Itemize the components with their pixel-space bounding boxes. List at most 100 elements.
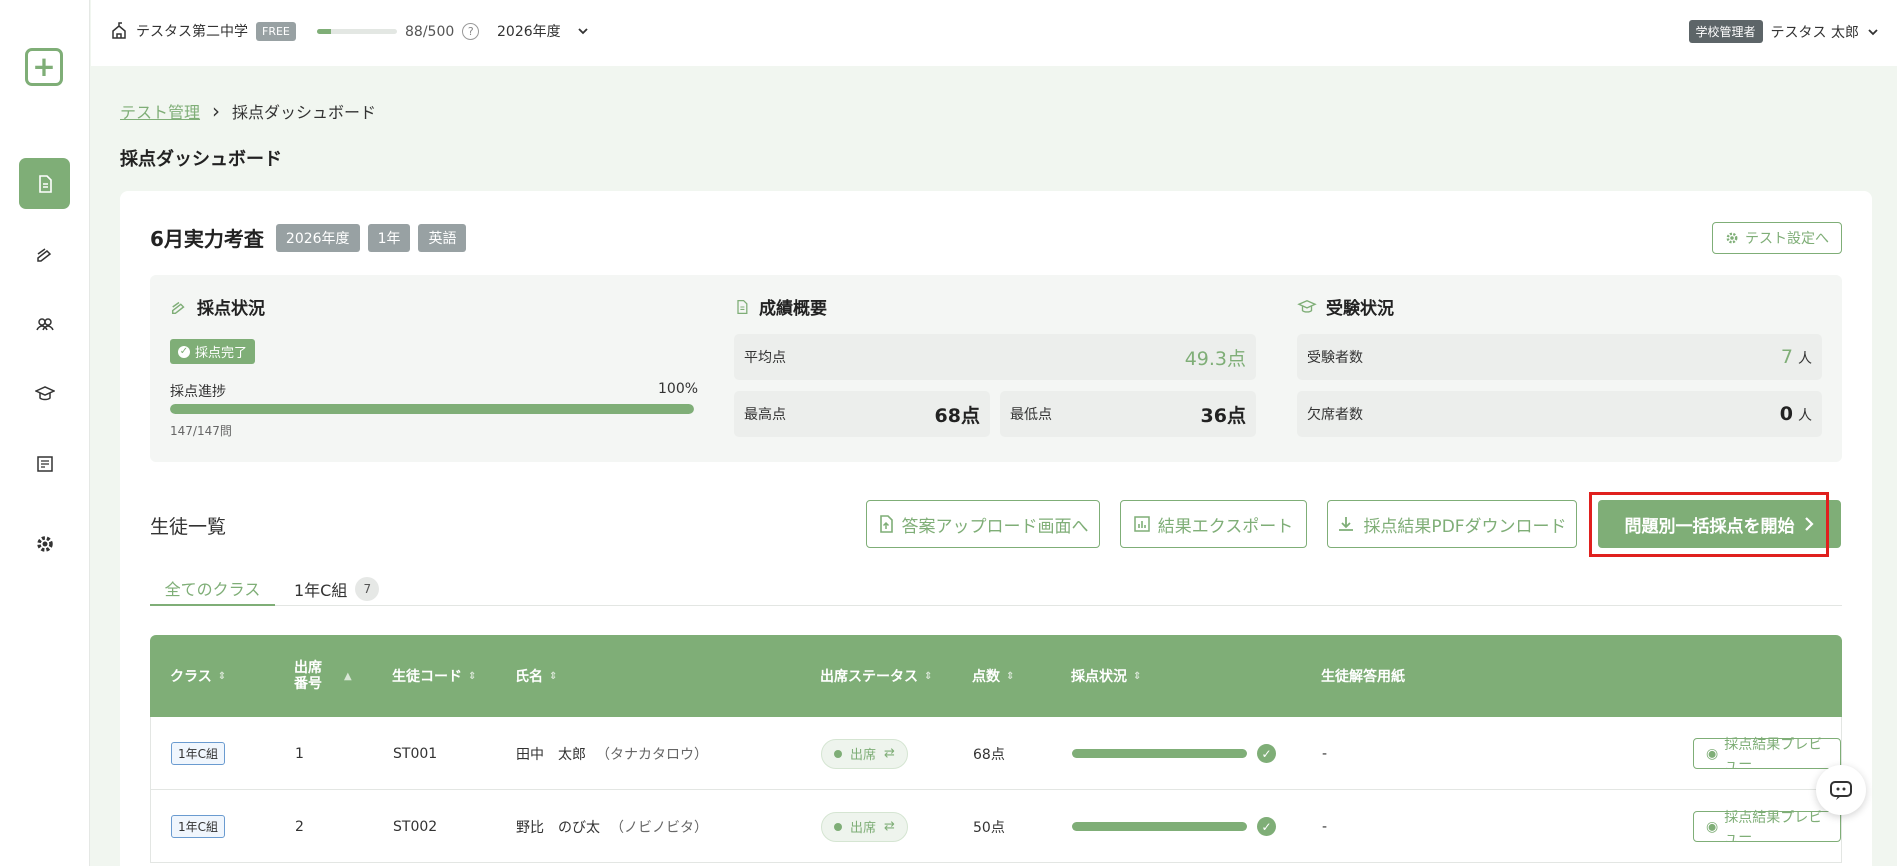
sidebar: + <box>0 0 90 866</box>
attendance-label: 出席 <box>850 821 877 836</box>
students-table-header: クラス ⇕ 出席 番号 ▲ 生徒コード ⇕ 氏名 ⇕ 出席ステータス ⇕ 点数 ⇕ 採点状況… <box>150 635 1842 717</box>
tab-class-1c[interactable]: 1年C組 7 <box>294 571 380 606</box>
quota-fill <box>317 29 332 34</box>
check-circle-icon: ✓ <box>1257 817 1276 836</box>
column-sheet: 生徒解答用紙 <box>1321 635 1405 717</box>
table-row: 1年C組 1 ST001 田中 太郎 （タナカタロウ） 出席 ⇄ 68点 ✓ - ◉… <box>150 717 1842 790</box>
help-icon[interactable]: ? <box>462 23 480 40</box>
quota-bar <box>317 29 397 34</box>
breadcrumb-link-test-management[interactable]: テスト管理 <box>120 99 200 123</box>
exam-status-label: 受験状況 <box>1326 299 1394 319</box>
grading-status-label: 採点状況 <box>197 299 265 319</box>
preview-results-button[interactable]: ◉ 採点結果プレビュー <box>1693 810 1841 846</box>
score-value: 68点 <box>973 746 1005 763</box>
export-results-button[interactable]: 結果エクスポート <box>1120 500 1307 548</box>
column-name[interactable]: 氏名 ⇕ <box>515 635 557 717</box>
answer-sheet: - <box>1322 818 1328 835</box>
topbar: テスタス第二中学 FREE 88/500 ? 2026年度 学校管理者 テスタス… <box>91 0 1897 66</box>
upload-answers-label: 答案アップロード画面へ <box>901 516 1089 537</box>
sidebar-item-test-management[interactable] <box>19 158 70 209</box>
test-header: 6月実力考査 2026年度 1年 英語 <box>150 223 467 252</box>
sort-icon: ⇕ <box>1006 670 1015 682</box>
school-selector[interactable]: テスタス第二中学 FREE <box>110 21 296 41</box>
grading-status-title: 採点状況 <box>170 294 265 319</box>
progress-bar <box>170 404 694 414</box>
sort-asc-icon: ▲ <box>344 670 352 682</box>
column-attendance[interactable]: 出席ステータス ⇕ <box>820 635 932 717</box>
chevron-down-icon <box>578 28 588 35</box>
absent-unit: 人 <box>1798 408 1812 424</box>
preview-results-button[interactable]: ◉ 採点結果プレビュー <box>1693 737 1841 773</box>
sidebar-item-students[interactable] <box>19 298 70 349</box>
exam-status-title: 受験状況 <box>1297 294 1394 319</box>
student-code: ST002 <box>393 818 438 835</box>
attendance-label: 出席 <box>850 748 877 763</box>
average-value: 49.3点 <box>1184 347 1246 370</box>
min-label: 最低点 <box>1010 407 1052 423</box>
column-score[interactable]: 点数 ⇕ <box>972 635 1014 717</box>
user-menu[interactable]: 学校管理者 テスタス 太郎 <box>1688 20 1879 43</box>
progress-label: 採点進捗 <box>170 384 226 400</box>
class-tag: 1年C組 <box>171 742 226 765</box>
sheet-icon <box>36 455 53 472</box>
progress-count: 147/147問 <box>170 424 232 438</box>
test-settings-button[interactable]: テスト設定へ <box>1712 222 1842 254</box>
takers-label: 受験者数 <box>1307 350 1363 366</box>
sidebar-item-grading[interactable] <box>19 228 70 279</box>
absent-box: 欠席者数 0人 <box>1297 391 1822 437</box>
quota-indicator: 88/500 ? <box>317 23 480 40</box>
chat-support-button[interactable] <box>1816 765 1866 815</box>
sidebar-item-settings[interactable] <box>19 518 70 569</box>
attendance-toggle[interactable]: 出席 ⇄ <box>821 738 908 769</box>
sort-icon: ⇕ <box>468 670 477 682</box>
preview-results-label: 採点結果プレビュー <box>1724 736 1823 773</box>
column-class-label: クラス <box>170 669 212 685</box>
gear-icon <box>1726 232 1738 244</box>
app-logo[interactable]: + <box>25 48 63 86</box>
grading-progress: ✓ <box>1072 790 1276 863</box>
column-code[interactable]: 生徒コード ⇕ <box>392 635 476 717</box>
sort-icon: ⇕ <box>924 670 933 682</box>
progress-fill <box>170 404 694 414</box>
absent-label: 欠席者数 <box>1307 407 1363 423</box>
sort-icon: ⇕ <box>549 670 558 682</box>
column-class[interactable]: クラス ⇕ <box>170 635 226 717</box>
column-name-label: 氏名 <box>515 669 543 685</box>
grading-bar <box>1072 822 1247 831</box>
sidebar-item-answer-sheets[interactable] <box>19 438 70 489</box>
column-number-label: 出席 番号 <box>294 659 322 692</box>
tag-subject: 英語 <box>418 223 467 252</box>
sidebar-item-graduation[interactable] <box>19 368 70 419</box>
answer-sheet: - <box>1322 745 1328 762</box>
check-circle-icon: ✓ <box>1257 744 1276 763</box>
absent-value: 0 <box>1779 403 1793 425</box>
year-select[interactable]: 2026年度 <box>497 21 589 41</box>
column-score-label: 点数 <box>972 669 1000 685</box>
document-icon <box>737 299 748 314</box>
school-name: テスタス第二中学 <box>136 24 248 40</box>
column-grading[interactable]: 採点状況 ⇕ <box>1071 635 1141 717</box>
column-code-label: 生徒コード <box>392 669 462 685</box>
document-icon <box>38 174 52 193</box>
column-number[interactable]: 出席 番号 ▲ <box>294 635 352 717</box>
max-label: 最高点 <box>744 407 786 423</box>
attendance-toggle[interactable]: 出席 ⇄ <box>821 811 908 842</box>
quota-text: 88/500 <box>405 23 455 40</box>
eye-icon: ◉ <box>1706 745 1719 762</box>
class-tag: 1年C組 <box>171 815 226 838</box>
class-tabs: 全てのクラス 1年C組 7 <box>150 571 1842 606</box>
swap-icon: ⇄ <box>884 746 895 761</box>
school-icon <box>112 22 126 39</box>
column-sheet-label: 生徒解答用紙 <box>1321 669 1405 685</box>
average-label: 平均点 <box>744 350 786 366</box>
student-name-text: 野比 のび太 <box>516 819 600 836</box>
check-circle-icon: ✓ <box>178 345 190 358</box>
chevron-down-icon <box>1868 28 1878 35</box>
eye-icon: ◉ <box>1706 818 1719 835</box>
tab-all-classes[interactable]: 全てのクラス <box>150 571 275 606</box>
upload-answers-button[interactable]: 答案アップロード画面へ <box>866 500 1100 548</box>
highlight-box <box>1589 492 1829 557</box>
student-name-kana: （タナカタロウ） <box>596 746 708 763</box>
download-pdf-button[interactable]: 採点結果PDFダウンロード <box>1327 500 1577 548</box>
score-summary-title: 成績概要 <box>734 294 827 319</box>
